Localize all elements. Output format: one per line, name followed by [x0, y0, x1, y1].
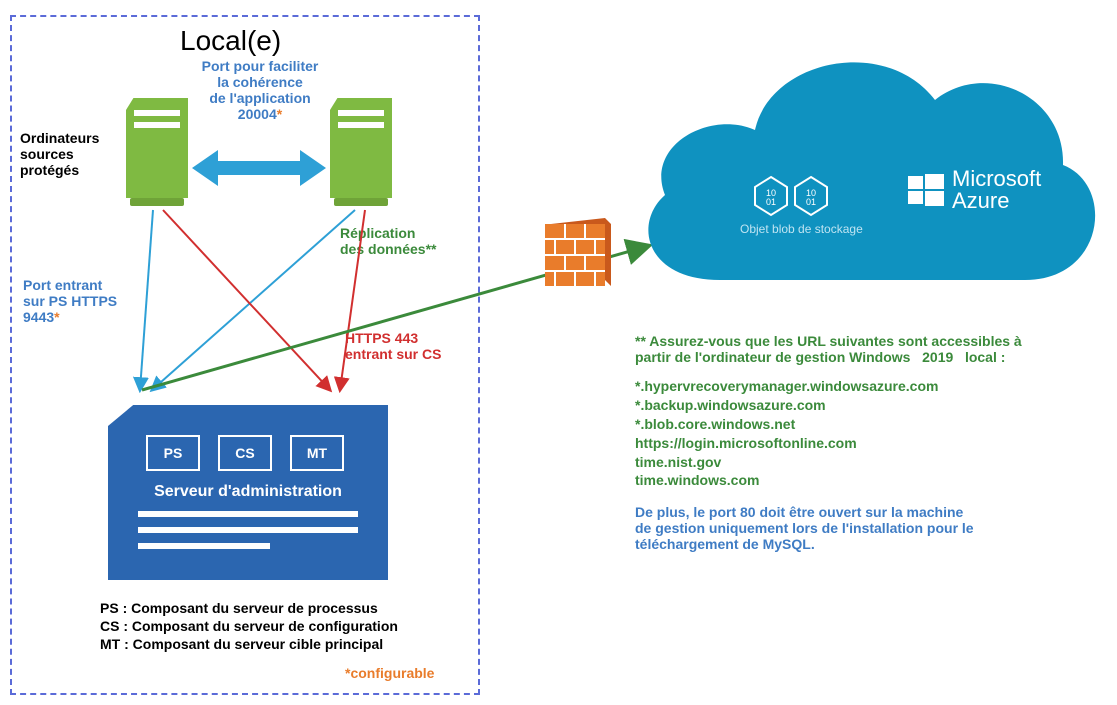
url-item: *.backup.windowsazure.com: [635, 396, 1085, 415]
url-item: https://login.microsoftonline.com: [635, 434, 1085, 453]
url-item: time.nist.gov: [635, 453, 1085, 472]
legend: PS : Composant du serveur de processus C…: [100, 600, 398, 654]
url-item: time.windows.com: [635, 471, 1085, 490]
storage-blob-icons: 10 01 10 01: [752, 175, 830, 217]
storage-blob-label: Objet blob de stockage: [740, 222, 863, 236]
notes-block: ** Assurez-vous que les URL suivantes so…: [635, 333, 1085, 552]
legend-ps: PS : Composant du serveur de processus: [100, 600, 398, 616]
svg-text:01: 01: [806, 197, 816, 207]
legend-cs: CS : Composant du serveur de configurati…: [100, 618, 398, 634]
role-box-cs: CS: [218, 435, 272, 471]
storage-blob-icon: 10 01: [752, 175, 790, 217]
url-item: *.hypervrecoverymanager.windowsazure.com: [635, 377, 1085, 396]
legend-mt: MT : Composant du serveur cible principa…: [100, 636, 398, 652]
azure-brand-text: Microsoft Azure: [952, 168, 1041, 212]
configurable-note: *configurable: [345, 665, 434, 681]
svg-text:01: 01: [766, 197, 776, 207]
firewall-icon: [545, 218, 611, 288]
windows-icon: [908, 172, 944, 208]
role-box-mt: MT: [290, 435, 344, 471]
text: Microsoft: [952, 168, 1041, 190]
azure-logo: Microsoft Azure: [908, 168, 1041, 212]
notes-port80: De plus, le port 80 doit être ouvert sur…: [635, 504, 1085, 552]
management-server-icon: PS CS MT Serveur d'administration: [108, 405, 388, 580]
role-box-ps: PS: [146, 435, 200, 471]
url-list: *.hypervrecoverymanager.windowsazure.com…: [635, 377, 1085, 490]
url-item: *.blob.core.windows.net: [635, 415, 1085, 434]
mgmt-server-title: Serveur d'administration: [108, 483, 388, 501]
text: Azure: [952, 190, 1041, 212]
storage-blob-icon: 10 01: [792, 175, 830, 217]
notes-intro: ** Assurez-vous que les URL suivantes so…: [635, 333, 1085, 365]
